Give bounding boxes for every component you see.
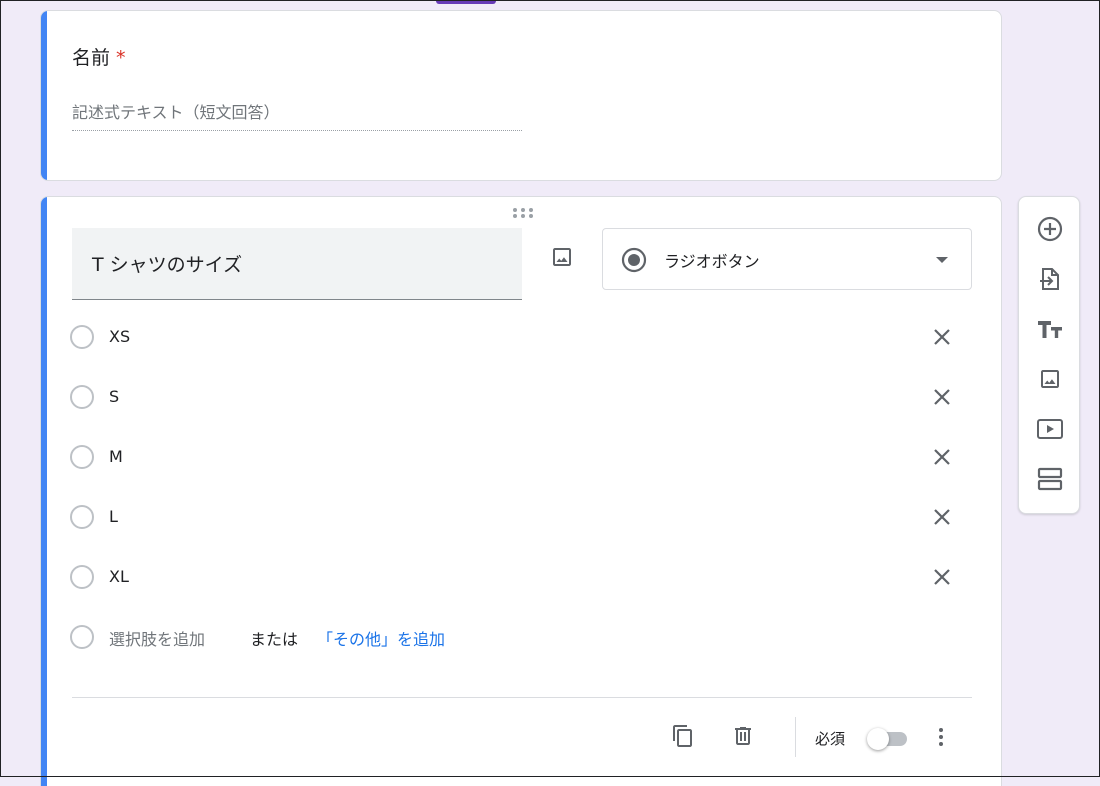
footer-vertical-divider <box>795 717 796 757</box>
add-circle-icon <box>1037 216 1063 242</box>
radio-unchecked-icon <box>70 625 94 649</box>
question-title-text: T シャツのサイズ <box>92 254 243 276</box>
question-type-label: ラジオボタン <box>664 252 760 271</box>
add-option-row: 選択肢を追加 または 「その他」を追加 <box>70 617 670 657</box>
radio-unchecked-icon <box>70 385 94 409</box>
option-label[interactable]: L <box>109 507 118 526</box>
question-type-dropdown[interactable]: ラジオボタン <box>602 228 972 290</box>
radio-unchecked-icon <box>70 325 94 349</box>
theme-accent-tab <box>436 0 496 4</box>
add-title-button[interactable] <box>1034 313 1066 345</box>
option-label[interactable]: XL <box>109 567 129 586</box>
video-icon <box>1037 419 1063 439</box>
radio-unchecked-icon <box>70 505 94 529</box>
add-image-button[interactable] <box>546 241 578 273</box>
question-card-tshirt[interactable]: T シャツのサイズ ラジオボタン XS S M L XL 選択肢を追加 または … <box>40 196 1002 786</box>
add-option-link[interactable]: 選択肢を追加 <box>109 626 205 650</box>
question-title-input[interactable]: T シャツのサイズ <box>72 228 522 300</box>
import-icon <box>1040 268 1059 290</box>
drag-handle-icon[interactable] <box>512 207 534 219</box>
required-asterisk: * <box>116 47 126 69</box>
caret-down-icon <box>935 256 949 264</box>
short-answer-placeholder: 記述式テキスト（短文回答） <box>72 99 522 131</box>
floating-toolbar <box>1018 196 1080 514</box>
required-label: 必須 <box>815 730 846 748</box>
title-icon <box>1038 321 1062 338</box>
question-title: 名前 * <box>72 43 126 70</box>
remove-option-button[interactable] <box>928 503 956 531</box>
close-icon <box>934 449 950 465</box>
image-icon <box>553 248 571 266</box>
option-label[interactable]: S <box>109 387 119 406</box>
remove-option-button[interactable] <box>928 563 956 591</box>
remove-option-button[interactable] <box>928 383 956 411</box>
delete-button[interactable] <box>727 720 759 752</box>
option-row[interactable]: XL <box>70 557 970 597</box>
close-icon <box>934 569 950 585</box>
radio-checked-icon <box>621 247 647 273</box>
copy-icon <box>673 725 692 747</box>
question-card-name[interactable]: 名前 * 記述式テキスト（短文回答） <box>40 10 1002 181</box>
radio-unchecked-icon <box>70 445 94 469</box>
option-label[interactable]: XS <box>109 327 130 346</box>
import-questions-button[interactable] <box>1034 263 1066 295</box>
add-other-button[interactable]: 「その他」を追加 <box>317 626 445 650</box>
add-question-button[interactable] <box>1034 213 1066 245</box>
remove-option-button[interactable] <box>928 323 956 351</box>
close-icon <box>934 329 950 345</box>
question-title-text: 名前 <box>72 47 111 69</box>
option-row[interactable]: M <box>70 437 970 477</box>
option-row[interactable]: L <box>70 497 970 537</box>
option-row[interactable]: XS <box>70 317 970 357</box>
close-icon <box>934 389 950 405</box>
footer-divider <box>72 697 972 698</box>
active-indicator-bar <box>41 11 47 180</box>
image-icon <box>1041 370 1059 388</box>
close-icon <box>934 509 950 525</box>
required-toggle[interactable] <box>867 727 911 751</box>
trash-icon <box>735 727 751 745</box>
radio-unchecked-icon <box>70 565 94 589</box>
toggle-thumb <box>867 728 889 750</box>
active-indicator-bar <box>41 197 47 786</box>
or-text: または <box>250 630 299 649</box>
add-image-toolbar-button[interactable] <box>1034 363 1066 395</box>
more-vert-icon <box>939 728 943 746</box>
remove-option-button[interactable] <box>928 443 956 471</box>
duplicate-button[interactable] <box>667 720 699 752</box>
option-label[interactable]: M <box>109 447 123 466</box>
add-section-button[interactable] <box>1034 463 1066 495</box>
section-icon <box>1037 467 1063 491</box>
add-video-button[interactable] <box>1034 413 1066 445</box>
option-row[interactable]: S <box>70 377 970 417</box>
more-options-button[interactable] <box>925 721 957 753</box>
